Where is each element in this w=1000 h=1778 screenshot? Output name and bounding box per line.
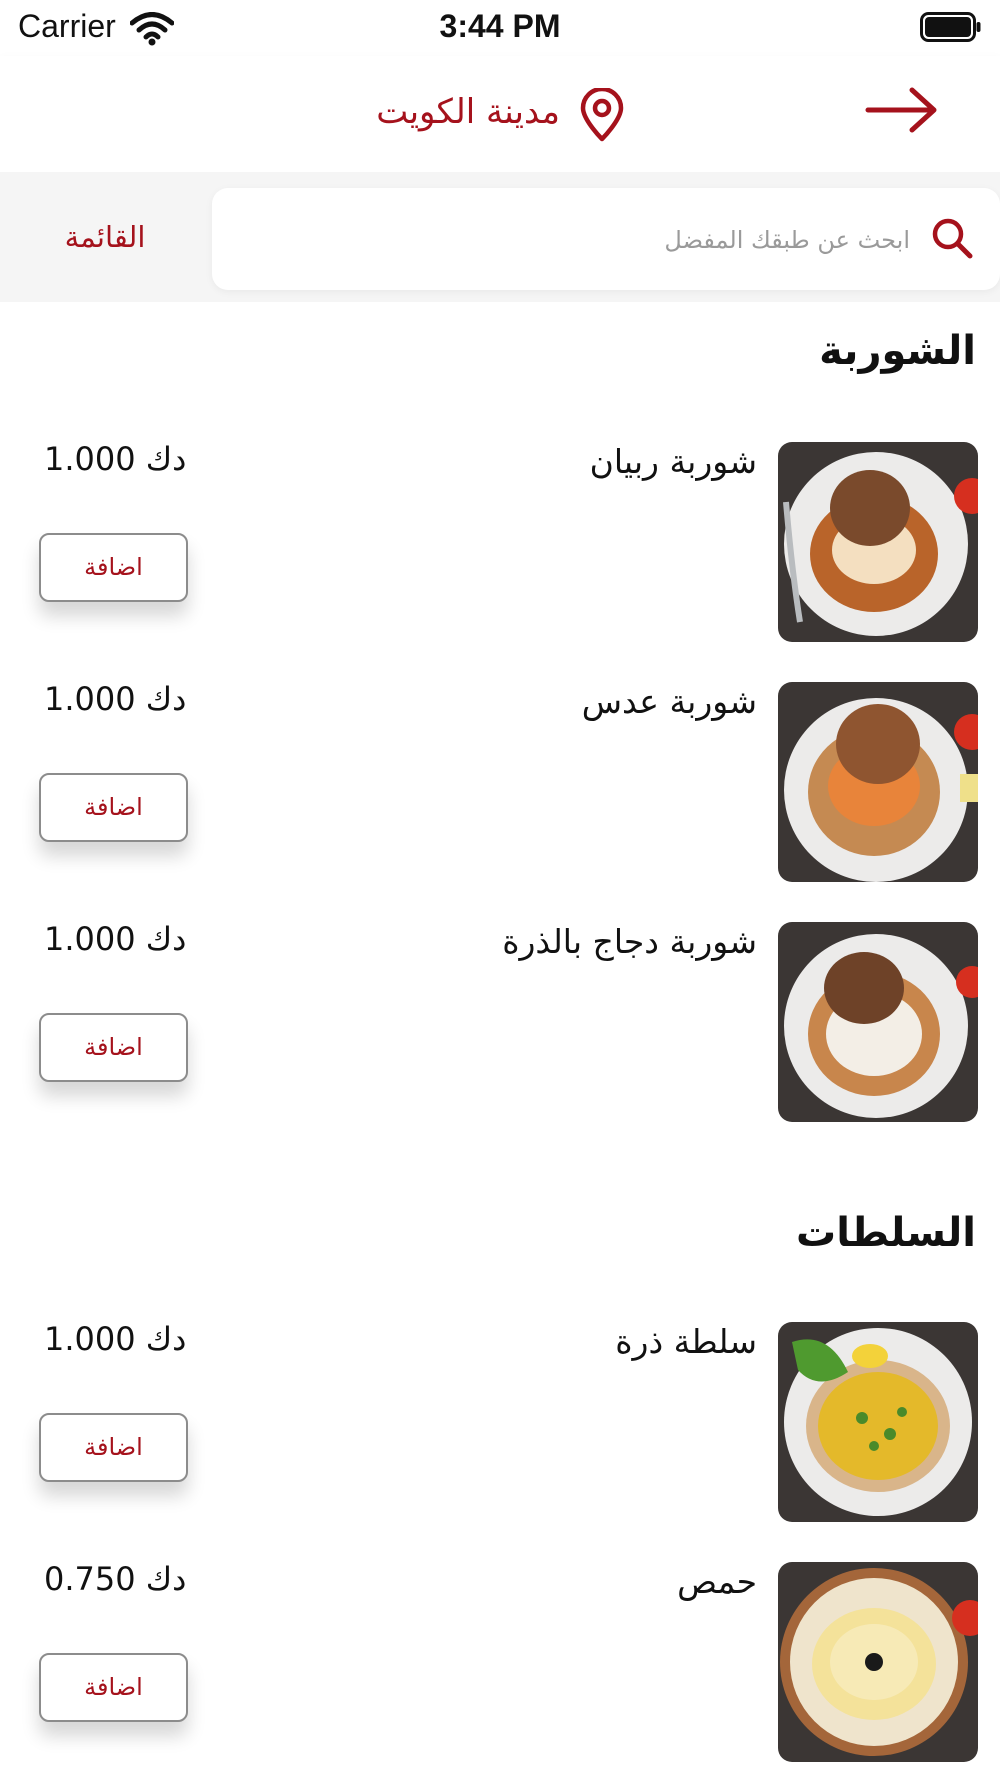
status-time: 3:44 PM: [439, 8, 561, 44]
location-pin-icon: [580, 88, 624, 142]
add-button[interactable]: اضافة: [39, 533, 188, 602]
item-price: 1.000 دك: [44, 920, 187, 958]
section-title-salads: السلطات: [796, 1210, 976, 1256]
item-price: 1.000 دك: [44, 440, 187, 478]
item-price: 0.750 دك: [44, 1560, 187, 1598]
search-icon[interactable]: [928, 214, 976, 262]
item-price: 1.000 دك: [44, 680, 187, 718]
add-button[interactable]: اضافة: [39, 1653, 188, 1722]
city-title: مدينة الكويت: [376, 92, 560, 132]
item-name: شوربة عدس: [581, 682, 757, 721]
item-name: سلطة ذرة: [615, 1322, 757, 1361]
item-name: حمص: [677, 1562, 757, 1601]
dish-image[interactable]: [778, 1562, 978, 1762]
add-button[interactable]: اضافة: [39, 1013, 188, 1082]
add-button[interactable]: اضافة: [39, 773, 188, 842]
dish-image[interactable]: [778, 1322, 978, 1522]
item-price: 1.000 دك: [44, 1320, 187, 1358]
arrow-right-icon[interactable]: [864, 86, 940, 134]
battery-icon: [920, 12, 981, 42]
add-button[interactable]: اضافة: [39, 1413, 188, 1482]
item-name: شوربة ربيان: [589, 442, 757, 481]
search-input[interactable]: [228, 216, 912, 264]
section-title-soups: الشوربة: [819, 328, 976, 374]
dish-image[interactable]: [778, 442, 978, 642]
dish-image[interactable]: [778, 922, 978, 1122]
menu-link[interactable]: القائمة: [30, 220, 180, 254]
item-name: شوربة دجاج بالذرة: [502, 922, 757, 961]
dish-image[interactable]: [778, 682, 978, 882]
